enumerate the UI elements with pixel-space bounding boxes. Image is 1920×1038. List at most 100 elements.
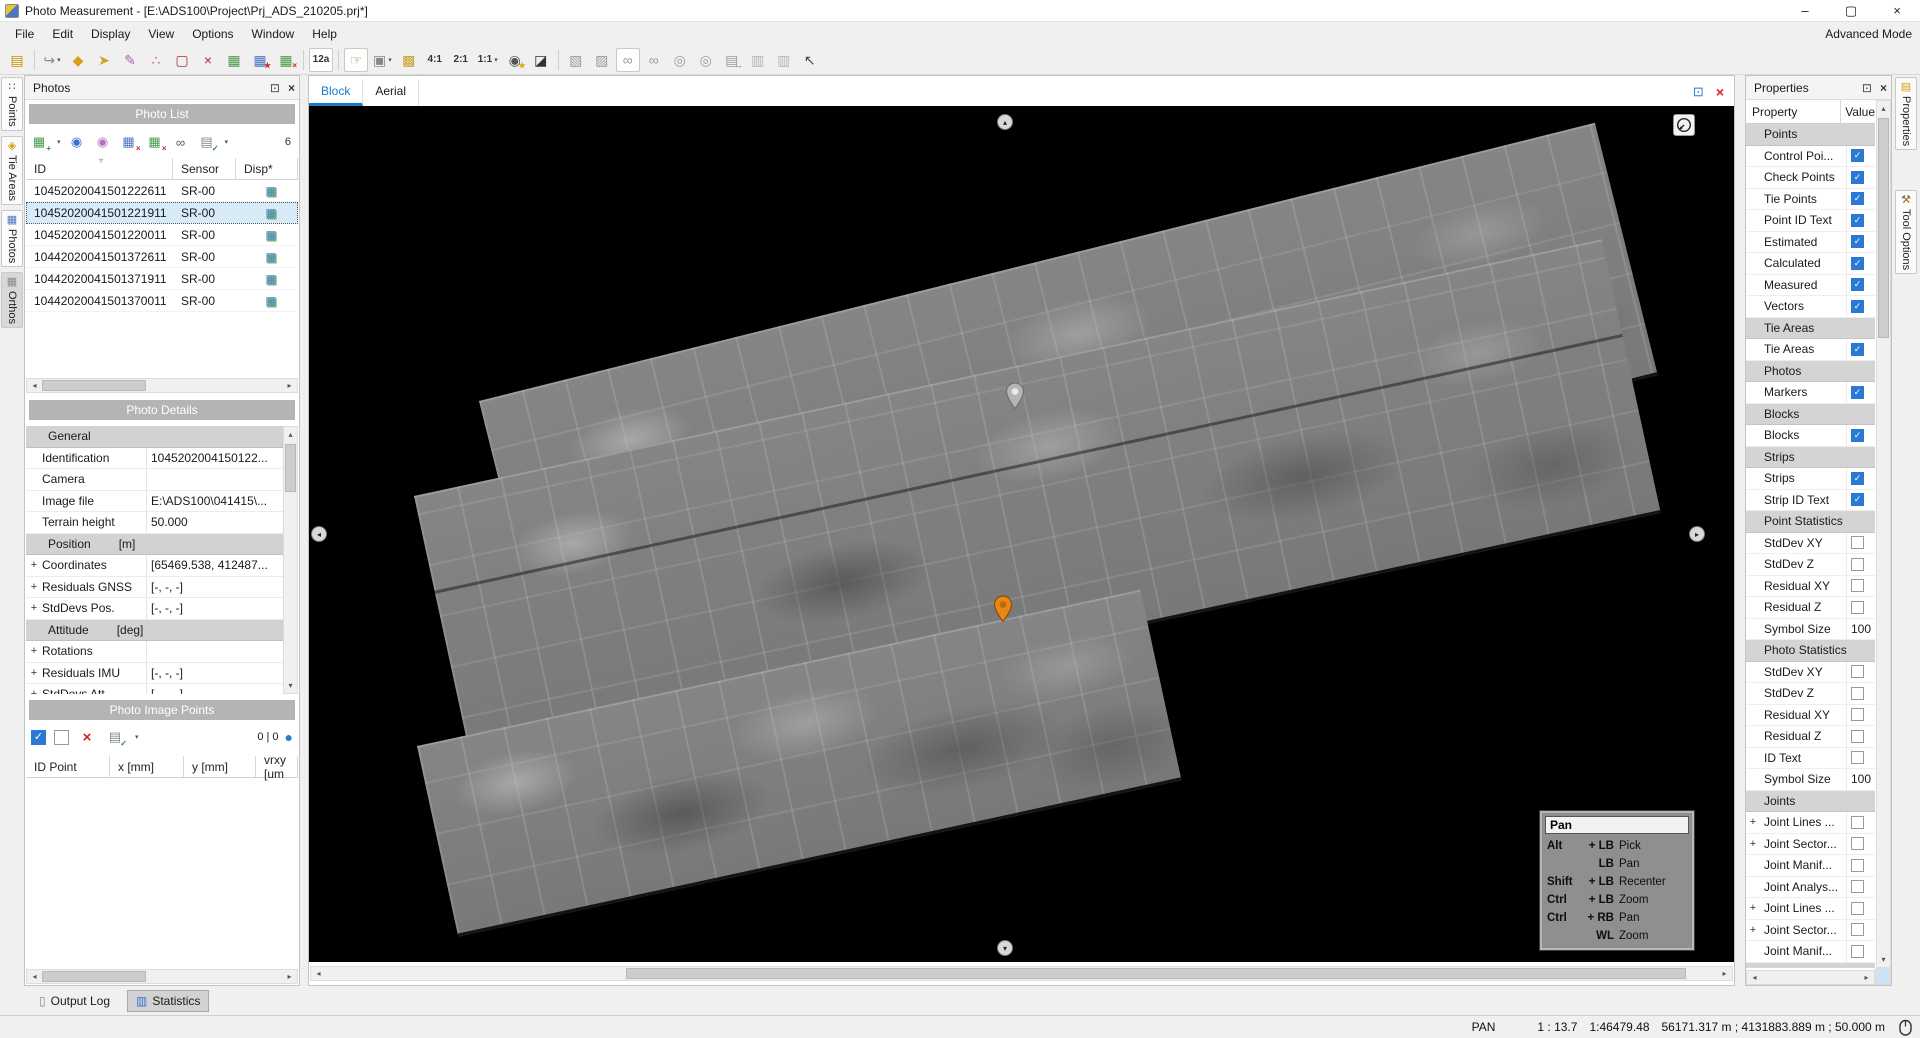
stddev-xy-checkbox[interactable] [1851,536,1864,549]
residual-z-checkbox[interactable] [1851,601,1864,614]
overlay-photo-icon[interactable]: ▣▾ [370,48,395,72]
dock-tab-tool-options[interactable]: ⚒Tool Options [1895,190,1917,274]
joint-analys-checkbox[interactable] [1851,880,1864,893]
expand-icon[interactable]: + [1746,902,1760,914]
photo-row[interactable]: 10452020041501222611SR-00▦ [26,180,298,202]
find-photo-icon[interactable]: ∞ [171,132,191,152]
next-photo-icon[interactable]: ▨ [590,48,614,72]
scroll-down-icon[interactable]: ▾ [1877,952,1890,967]
delete-point-icon[interactable]: × [196,48,220,72]
column-header-id[interactable]: ID▿ [26,158,173,179]
photo-row[interactable]: 10442020041501372611SR-00▦ [26,246,298,268]
prev-photo-icon[interactable]: ▧ [564,48,588,72]
close-button[interactable]: × [1874,0,1920,21]
close-panel-icon[interactable]: × [1880,81,1887,95]
control-poi-checkbox[interactable]: ✓ [1851,149,1864,162]
tie-areas-checkbox[interactable]: ✓ [1851,343,1864,356]
properties-vscrollbar[interactable]: ▴ ▾ [1876,100,1891,968]
scroll-left-icon[interactable]: ◂ [1747,971,1762,984]
id-text-checkbox[interactable] [1851,751,1864,764]
expand-icon[interactable]: + [26,688,42,694]
display-photo-icon[interactable]: ▦ [257,294,276,308]
expand-icon[interactable]: + [1746,924,1760,936]
photo-details-vscrollbar[interactable]: ▴ ▾ [283,426,298,694]
estimated-checkbox[interactable]: ✓ [1851,235,1864,248]
strips-checkbox[interactable]: ✓ [1851,472,1864,485]
photo-row[interactable]: 10442020041501370011SR-00▦ [26,290,298,312]
residual-z-checkbox[interactable] [1851,730,1864,743]
photo-list-hscrollbar[interactable]: ◂ ▸ [26,378,298,393]
contrast-icon[interactable]: ◪ [529,48,553,72]
marker-pin-orange[interactable] [993,595,1013,623]
point-id-text-icon[interactable]: 12a [309,48,333,72]
add-photo-icon[interactable]: ▦+ [29,132,49,152]
zoom-4-1-button[interactable]: 4:1 [423,48,447,72]
restore-view-icon[interactable]: ⊡ [1693,84,1704,100]
chevron-down-icon[interactable]: ▾ [57,138,61,146]
center-point-icon[interactable]: ◉★ [503,48,527,72]
menu-edit[interactable]: Edit [43,25,82,43]
joint-lines-checkbox[interactable] [1851,902,1864,915]
menu-display[interactable]: Display [82,25,139,43]
maximize-button[interactable]: ▢ [1828,0,1874,21]
check-points-checkbox[interactable]: ✓ [1851,171,1864,184]
joint-lines-checkbox[interactable] [1851,816,1864,829]
minimize-button[interactable]: – [1782,0,1828,21]
scrollbar-thumb[interactable] [285,444,296,492]
photo-row[interactable]: 10452020041501221911SR-00▦ [26,202,298,224]
column-header-y-mm[interactable]: y [mm] [184,756,256,777]
save-icon[interactable]: ▤ [5,48,29,72]
pan-up-button[interactable]: ▴ [997,114,1013,130]
marker-pin-gray[interactable] [1005,382,1025,410]
close-view-icon[interactable]: × [1716,84,1724,100]
scrollbar-thumb[interactable] [42,380,146,391]
expand-icon[interactable]: + [26,602,42,614]
blocks-checkbox[interactable]: ✓ [1851,429,1864,442]
joint-manif-checkbox[interactable] [1851,859,1864,872]
zoom-1-1-button[interactable]: 1:1▾ [475,48,501,72]
column-header-sensor[interactable]: Sensor [173,158,236,179]
photo-dim-alt-icon[interactable]: ▥ [772,48,796,72]
bottom-tab-statistics[interactable]: ▥Statistics [127,990,209,1012]
scroll-left-icon[interactable]: ◂ [27,970,42,983]
display-photo-icon[interactable]: ▦ [257,228,276,242]
chevron-down-icon[interactable]: ▾ [494,56,498,64]
expand-icon[interactable]: + [26,645,42,657]
dock-tab-properties[interactable]: ▤Properties [1895,77,1917,150]
photo-star-icon[interactable]: ▦★ [248,48,272,72]
remove-photo-icon[interactable]: ▦× [145,132,165,152]
column-header-x-mm[interactable]: x [mm] [110,756,184,777]
expand-icon[interactable]: + [1746,838,1760,850]
close-panel-icon[interactable]: × [288,81,295,95]
scroll-down-icon[interactable]: ▾ [284,678,297,693]
view-orientation-icon[interactable] [1673,114,1695,136]
view-tab-aerial[interactable]: Aerial [363,79,419,106]
properties-hscrollbar[interactable]: ◂ ▸ [1746,970,1875,985]
view-photo-icon[interactable]: ◉ [67,132,87,152]
scroll-left-icon[interactable]: ◂ [27,379,42,392]
photo-row[interactable]: 10452020041501220011SR-00▦ [26,224,298,246]
scroll-up-icon[interactable]: ▴ [284,427,297,442]
sidebar-tab-orthos[interactable]: ▦Orthos [1,272,23,328]
calculated-checkbox[interactable]: ✓ [1851,257,1864,270]
measured-points-checkbox[interactable]: ✓ [31,730,46,745]
stddev-z-checkbox[interactable] [1851,687,1864,700]
pan-tool-icon[interactable]: ☞ [344,48,368,72]
zoom-2-1-button[interactable]: 2:1 [449,48,473,72]
edit-list-icon[interactable]: ▤✓ [197,132,217,152]
scroll-left-icon[interactable]: ◂ [311,967,326,980]
display-photo-icon[interactable]: ▦ [257,184,276,198]
menu-view[interactable]: View [139,25,183,43]
photo-dim-icon[interactable]: ▥ [746,48,770,72]
delete-image-point-icon[interactable]: × [77,727,97,747]
joint-manif-checkbox[interactable] [1851,945,1864,958]
display-photo-icon[interactable]: ▦ [257,250,276,264]
view-rgb-icon[interactable]: ◉ [93,132,113,152]
pan-down-button[interactable]: ▾ [997,940,1013,956]
map-canvas[interactable]: ▴ ▾ ◂ ▸ Pan Alt+ LBPickLBPanShift+ LBRec… [309,106,1734,962]
float-panel-icon[interactable]: ⊡ [270,81,280,95]
column-header-disp[interactable]: Disp* [236,158,298,179]
expand-icon[interactable]: + [26,559,42,571]
column-header-vrxy-um[interactable]: vrxy [um [256,756,298,777]
apply-icon[interactable]: ↪▾ [40,48,64,72]
